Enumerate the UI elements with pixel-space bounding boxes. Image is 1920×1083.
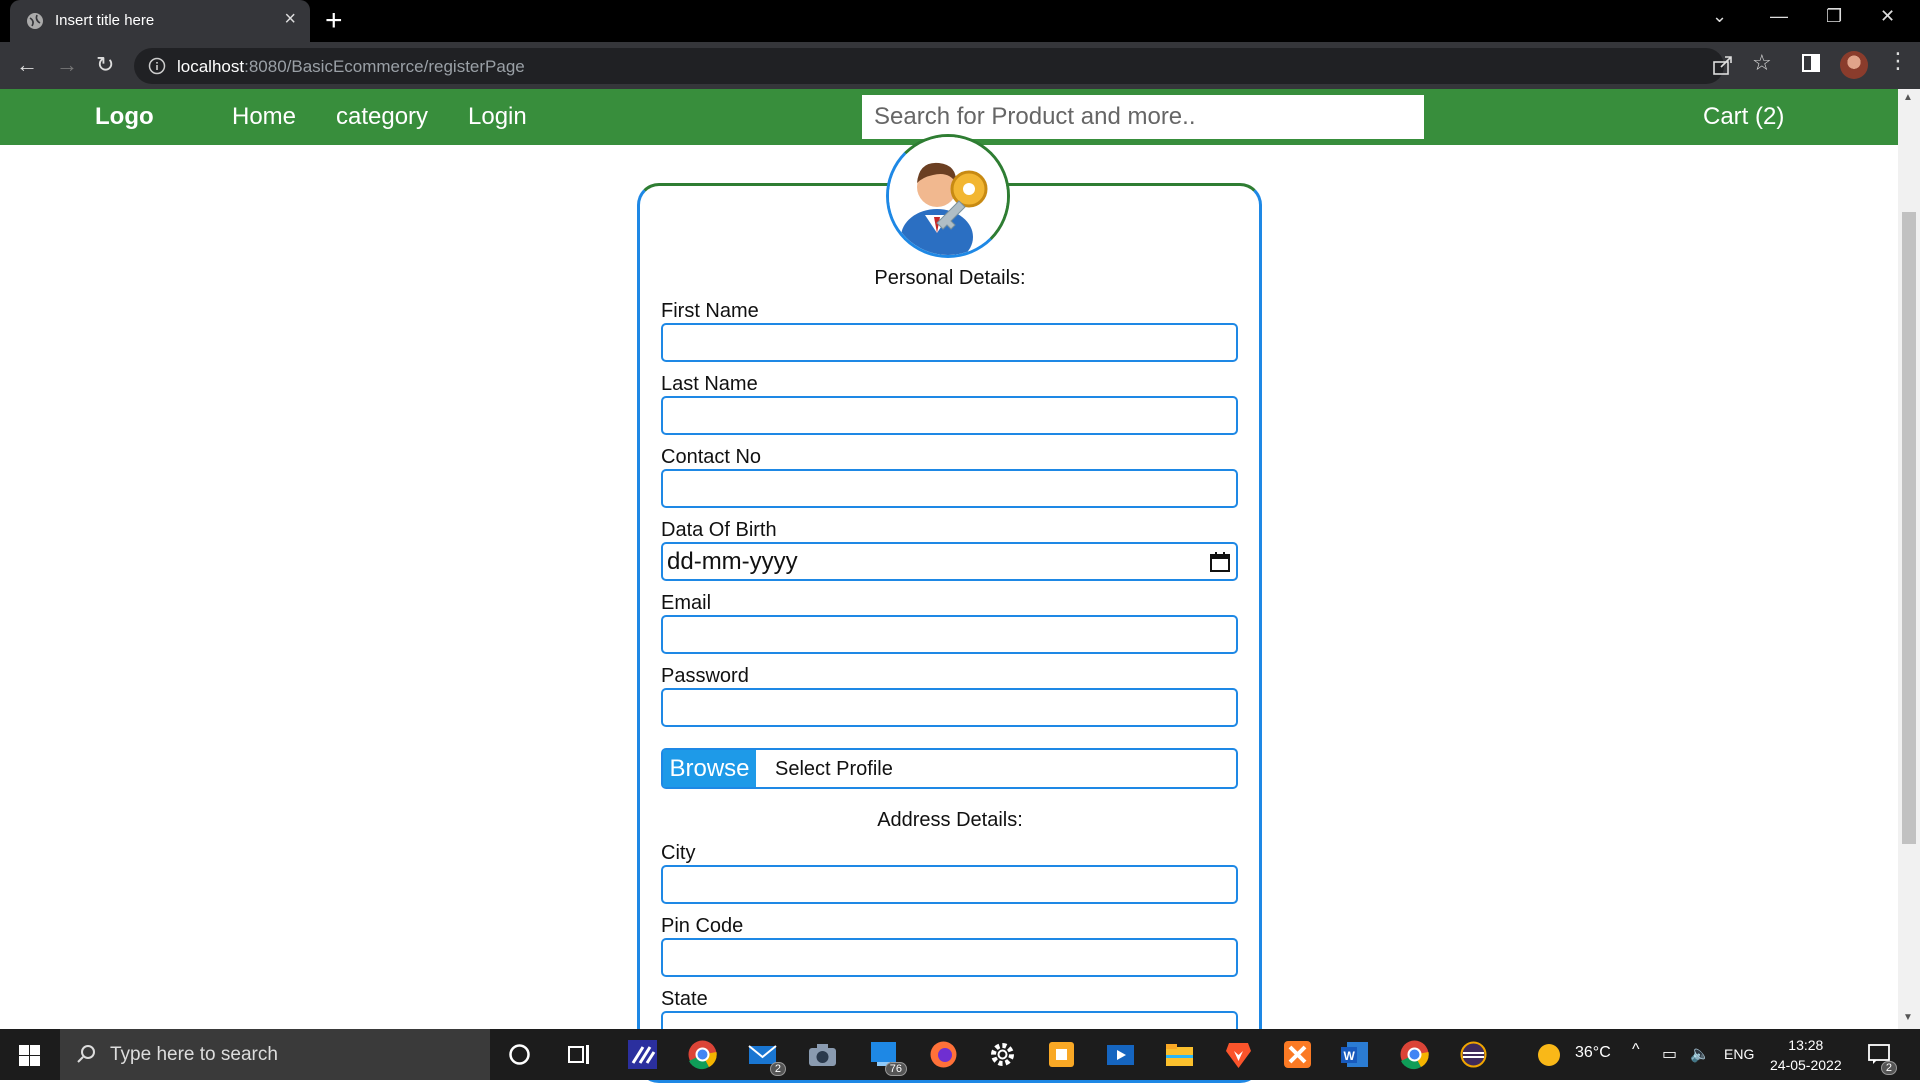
scroll-down-arrow[interactable]: ▼: [1903, 1012, 1913, 1023]
back-icon[interactable]: ←: [16, 52, 38, 78]
firefox-icon[interactable]: [928, 1039, 959, 1070]
first-name-input[interactable]: [661, 323, 1238, 362]
settings-gear-icon[interactable]: [987, 1039, 1018, 1070]
contact-no-input[interactable]: [661, 469, 1238, 508]
last-name-label: Last Name: [661, 373, 758, 395]
xampp-icon[interactable]: [1282, 1039, 1313, 1070]
browse-button[interactable]: Browse: [663, 750, 756, 787]
nav-login-link[interactable]: Login: [468, 103, 527, 131]
address-details-heading: Address Details:: [877, 809, 1023, 831]
windows-taskbar: Type here to search 2 76 W 36°C ^ ▭ 🔈 EN…: [0, 1029, 1920, 1080]
calendar-icon[interactable]: [1209, 551, 1231, 573]
mail-badge: 2: [769, 1062, 786, 1076]
personal-details-heading: Personal Details:: [874, 267, 1026, 289]
language-indicator[interactable]: ENG: [1724, 1046, 1754, 1062]
scroll-up-arrow[interactable]: ▲: [1903, 92, 1913, 103]
city-label: City: [661, 842, 696, 864]
task-manager-icon[interactable]: 76: [868, 1039, 907, 1076]
select-profile-label: Select Profile: [775, 758, 893, 780]
minimize-icon[interactable]: —: [1770, 6, 1788, 27]
sticky-notes-icon[interactable]: [1046, 1039, 1077, 1070]
profile-avatar[interactable]: [1840, 51, 1868, 79]
date-of-birth-label: Data Of Birth: [661, 519, 777, 541]
weather-sun-icon[interactable]: [1537, 1043, 1561, 1067]
tasks-badge: 76: [884, 1062, 907, 1076]
password-input[interactable]: [661, 688, 1238, 727]
profile-file-input[interactable]: Browse Select Profile: [661, 748, 1238, 789]
date-of-birth-input[interactable]: dd-mm-yyyy: [661, 542, 1238, 581]
taskbar-clock[interactable]: 13:28 24-05-2022: [1770, 1035, 1842, 1075]
user-key-avatar-icon: [886, 134, 1010, 258]
word-icon[interactable]: W: [1339, 1039, 1370, 1070]
notifications-badge: 2: [1880, 1061, 1897, 1075]
scrollbar-thumb[interactable]: [1902, 212, 1916, 844]
last-name-input[interactable]: [661, 396, 1238, 435]
restore-icon[interactable]: ❐: [1826, 6, 1842, 27]
email-label: Email: [661, 592, 712, 614]
visual-studio-code-icon[interactable]: [627, 1039, 658, 1070]
url-text: localhost:8080/BasicEcommerce/registerPa…: [177, 57, 525, 76]
tray-chevron-up-icon[interactable]: ^: [1632, 1041, 1640, 1059]
password-label: Password: [661, 665, 749, 687]
new-tab-button[interactable]: +: [325, 4, 343, 38]
pin-code-label: Pin Code: [661, 915, 744, 937]
mail-icon[interactable]: 2: [747, 1039, 786, 1076]
taskbar-search-placeholder: Type here to search: [110, 1044, 278, 1065]
close-window-icon[interactable]: ✕: [1880, 6, 1895, 27]
side-panel-icon[interactable]: [1802, 54, 1820, 72]
taskbar-search-box[interactable]: Type here to search: [60, 1029, 490, 1080]
eclipse-icon[interactable]: [1458, 1039, 1489, 1070]
logo-link[interactable]: Logo: [95, 103, 154, 131]
cortana-icon[interactable]: [504, 1039, 535, 1070]
url-bar[interactable]: localhost:8080/BasicEcommerce/registerPa…: [134, 48, 1724, 84]
globe-icon: [27, 13, 43, 29]
first-name-label: First Name: [661, 300, 759, 322]
menu-kebab-icon[interactable]: ⋮: [1887, 48, 1909, 74]
browser-tab-bar: Insert title here × + ⌄ — ❐ ✕: [0, 0, 1920, 42]
nav-category-link[interactable]: category: [336, 103, 428, 131]
media-player-icon[interactable]: [1105, 1039, 1136, 1070]
pin-code-input[interactable]: [661, 938, 1238, 977]
svg-text:W: W: [1344, 1049, 1356, 1063]
tab-search-icon[interactable]: ⌄: [1712, 6, 1727, 27]
chrome-active-icon[interactable]: [1399, 1039, 1430, 1070]
product-search-input[interactable]: [862, 95, 1424, 139]
state-label: State: [661, 988, 708, 1010]
search-icon: [77, 1045, 95, 1063]
clock-time: 13:28: [1788, 1037, 1824, 1053]
share-icon[interactable]: [1712, 54, 1734, 76]
address-toolbar: ← → ↻ localhost:8080/BasicEcommerce/regi…: [0, 42, 1920, 89]
contact-no-label: Contact No: [661, 446, 762, 468]
battery-icon[interactable]: ▭: [1662, 1044, 1677, 1064]
tab-title: Insert title here: [55, 12, 155, 29]
email-input[interactable]: [661, 615, 1238, 654]
reload-icon[interactable]: ↻: [96, 52, 114, 78]
volume-icon[interactable]: 🔈: [1690, 1044, 1710, 1064]
chrome-icon[interactable]: [687, 1039, 718, 1070]
windows-start-icon[interactable]: [19, 1045, 40, 1066]
nav-home-link[interactable]: Home: [232, 103, 296, 131]
site-info-icon[interactable]: [148, 57, 166, 75]
brave-browser-icon[interactable]: [1223, 1039, 1254, 1070]
date-placeholder: dd-mm-yyyy: [667, 548, 798, 575]
forward-icon[interactable]: →: [56, 52, 78, 78]
bookmark-star-icon[interactable]: ☆: [1752, 50, 1772, 76]
cart-link[interactable]: Cart (2): [1703, 103, 1784, 131]
camera-icon[interactable]: [807, 1039, 838, 1070]
notifications-icon[interactable]: 2: [1867, 1042, 1897, 1075]
browser-tab[interactable]: Insert title here ×: [10, 0, 310, 42]
weather-temperature[interactable]: 36°C: [1575, 1044, 1611, 1062]
task-view-icon[interactable]: [564, 1039, 595, 1070]
city-input[interactable]: [661, 865, 1238, 904]
clock-date: 24-05-2022: [1770, 1057, 1842, 1073]
close-tab-icon[interactable]: ×: [284, 8, 296, 31]
file-explorer-icon[interactable]: [1164, 1039, 1195, 1070]
